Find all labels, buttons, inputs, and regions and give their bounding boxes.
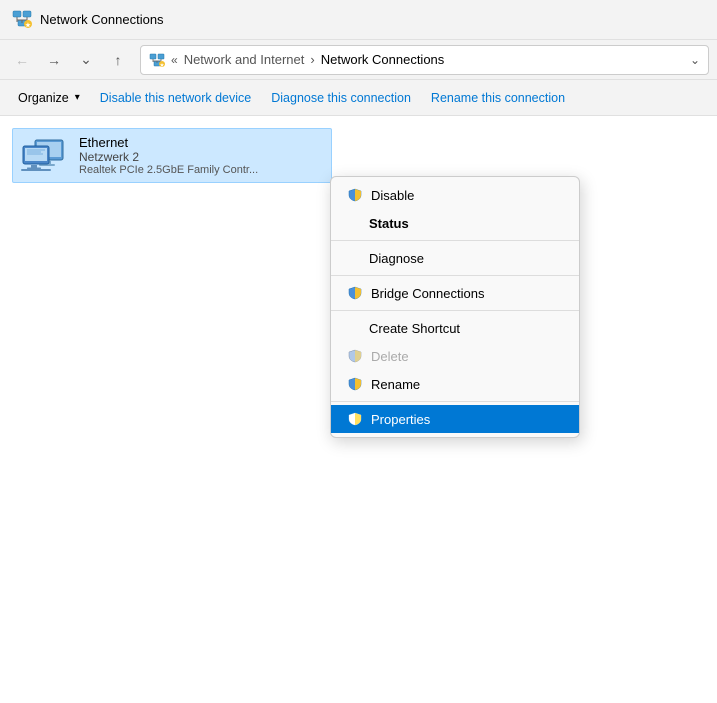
menu-item-delete[interactable]: Delete <box>331 342 579 370</box>
menu-item-create-shortcut[interactable]: Create Shortcut <box>331 314 579 342</box>
shield-properties-icon <box>347 411 363 427</box>
menu-item-status[interactable]: Status <box>331 209 579 237</box>
toolbar: Organize ▾ Disable this network device D… <box>0 80 717 116</box>
address-path-item-1: Network and Internet <box>184 52 305 67</box>
menu-item-properties[interactable]: Properties <box>331 405 579 433</box>
rename-button[interactable]: Rename this connection <box>421 84 575 112</box>
menu-bridge-label: Bridge Connections <box>371 286 484 301</box>
back-button[interactable]: ← <box>8 46 36 74</box>
organize-label: Organize <box>18 91 69 105</box>
diagnose-button[interactable]: Diagnose this connection <box>261 84 421 112</box>
menu-rename-label: Rename <box>371 377 420 392</box>
menu-divider-1 <box>331 240 579 241</box>
ethernet-network-item[interactable]: Ethernet Netzwerk 2 Realtek PCIe 2.5GbE … <box>12 128 332 183</box>
menu-disable-label: Disable <box>371 188 414 203</box>
menu-shortcut-label: Create Shortcut <box>369 321 460 336</box>
shield-status-spacer <box>347 215 361 231</box>
menu-diagnose-label: Diagnose <box>369 251 424 266</box>
menu-status-label: Status <box>369 216 409 231</box>
network-name: Ethernet <box>79 135 258 150</box>
address-icon: ★ <box>149 52 165 68</box>
shield-delete-icon <box>347 348 363 364</box>
organize-chevron: ▾ <box>75 92 80 103</box>
recent-locations-button[interactable]: ⌄ <box>72 46 100 74</box>
menu-divider-3 <box>331 310 579 311</box>
menu-item-bridge[interactable]: Bridge Connections <box>331 279 579 307</box>
title-bar: ★ Network Connections <box>0 0 717 40</box>
shield-rename-icon <box>347 376 363 392</box>
network-details: Ethernet Netzwerk 2 Realtek PCIe 2.5GbE … <box>79 135 258 176</box>
menu-item-disable[interactable]: Disable <box>331 181 579 209</box>
title-bar-title: Network Connections <box>40 12 164 27</box>
ethernet-icon <box>21 136 69 176</box>
disable-label: Disable this network device <box>100 91 251 105</box>
menu-divider-2 <box>331 275 579 276</box>
context-menu: Disable Status Diagnose Bridge Connectio… <box>330 176 580 438</box>
organize-button[interactable]: Organize ▾ <box>8 84 90 112</box>
shield-diagnose-spacer <box>347 250 361 266</box>
menu-item-diagnose[interactable]: Diagnose <box>331 244 579 272</box>
address-chevron[interactable]: ⌄ <box>690 53 700 67</box>
network-sub: Netzwerk 2 <box>79 150 258 164</box>
shield-disable-icon <box>347 187 363 203</box>
address-box[interactable]: ★ « Network and Internet › Network Conne… <box>140 45 709 75</box>
rename-label: Rename this connection <box>431 91 565 105</box>
menu-divider-4 <box>331 401 579 402</box>
up-button[interactable]: ↑ <box>104 46 132 74</box>
forward-button[interactable]: → <box>40 46 68 74</box>
svg-text:★: ★ <box>25 22 31 29</box>
disable-button[interactable]: Disable this network device <box>90 84 261 112</box>
content-area: Ethernet Netzwerk 2 Realtek PCIe 2.5GbE … <box>0 116 717 703</box>
address-path-item-2: Network Connections <box>321 52 445 67</box>
address-path-sep: › <box>310 52 314 67</box>
address-bar: ← → ⌄ ↑ ★ « Network and Internet › Netwo… <box>0 40 717 80</box>
title-bar-icon: ★ <box>12 10 32 30</box>
shield-bridge-icon <box>347 285 363 301</box>
network-adapter: Realtek PCIe 2.5GbE Family Contr... <box>79 164 258 176</box>
diagnose-label: Diagnose this connection <box>271 91 411 105</box>
menu-properties-label: Properties <box>371 412 430 427</box>
shield-shortcut-spacer <box>347 320 361 336</box>
menu-item-rename[interactable]: Rename <box>331 370 579 398</box>
address-separator: « <box>171 53 178 67</box>
menu-delete-label: Delete <box>371 349 409 364</box>
